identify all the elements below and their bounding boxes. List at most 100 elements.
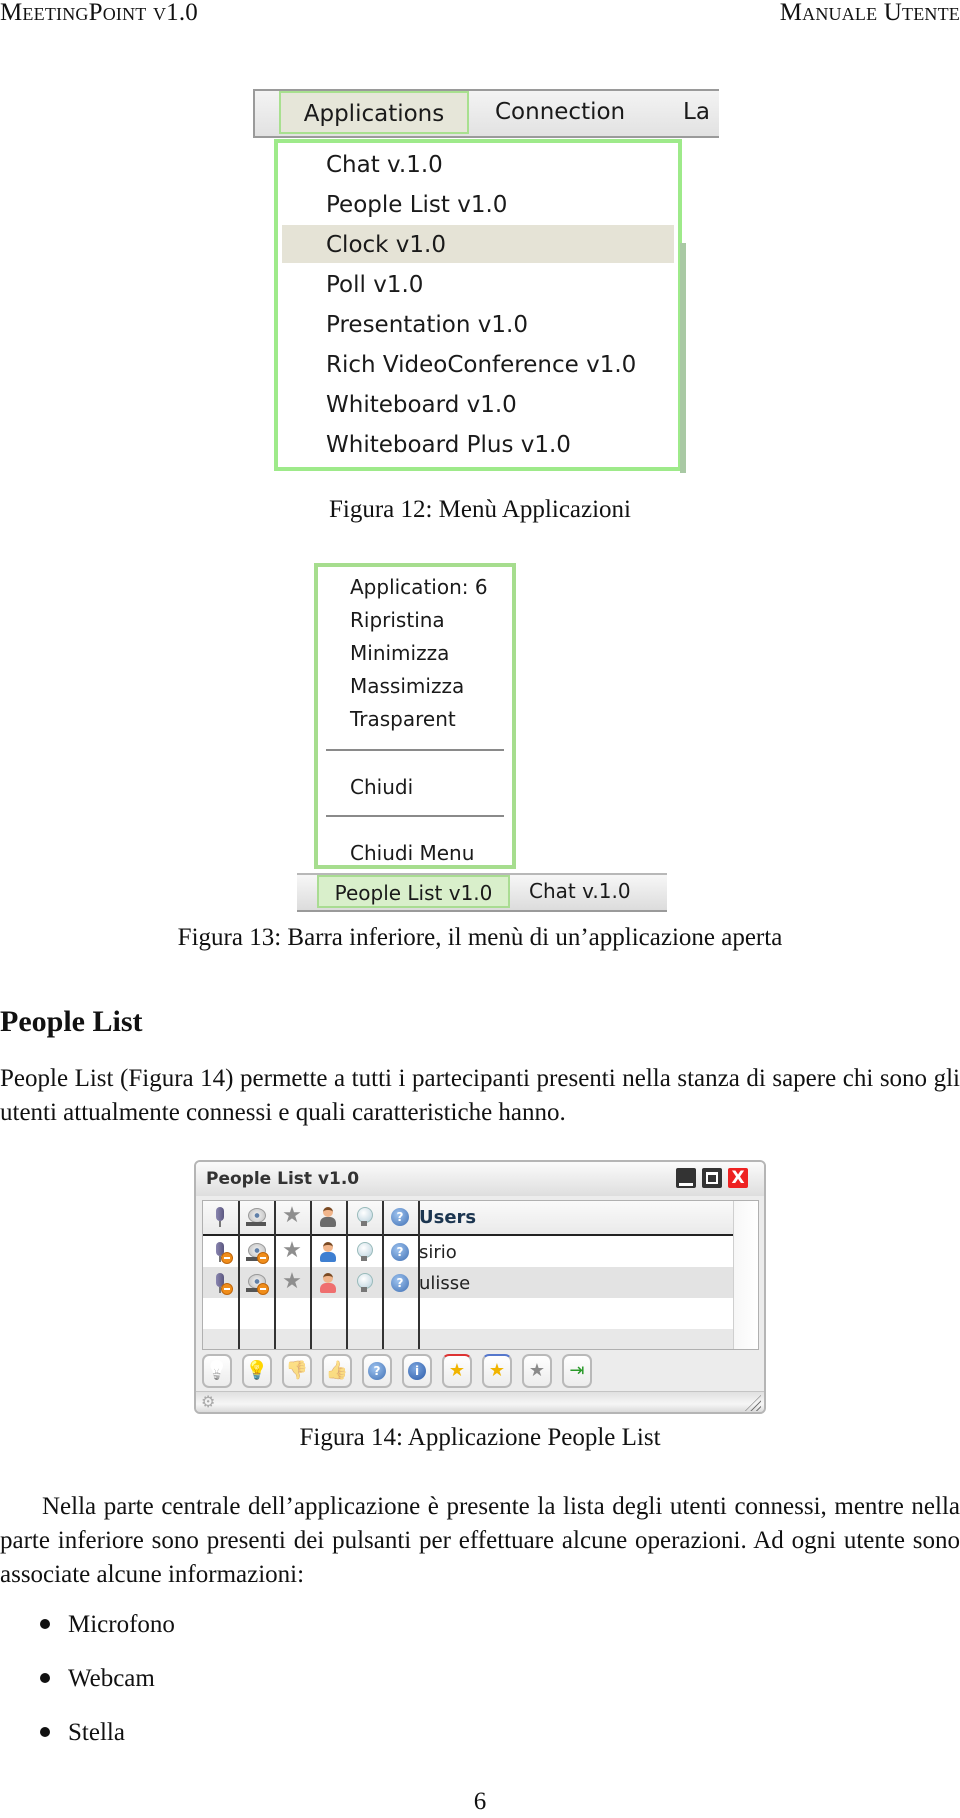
intro-paragraph: People List (Figura 14) permette a tutti… [0, 1065, 960, 1126]
user-name: ulisse [419, 1273, 471, 1294]
grid-header: ★ ? Users [203, 1201, 734, 1236]
column-divider[interactable] [310, 1201, 312, 1349]
vertical-scrollbar[interactable] [733, 1201, 758, 1349]
star-grey-icon: ★ [528, 1360, 546, 1381]
menu-item-whiteboard-plus[interactable]: Whiteboard Plus v1.0 [282, 425, 674, 463]
star-icon: ★ [282, 1202, 302, 1228]
menu-truncated[interactable]: La [683, 91, 710, 134]
menu-item-chat[interactable]: Chat v.1.0 [282, 145, 674, 183]
maximize-button[interactable] [702, 1168, 722, 1188]
resize-grip-icon[interactable] [745, 1395, 761, 1411]
medal-red-icon: ★ [448, 1360, 466, 1381]
microphone-icon [209, 1206, 231, 1228]
menu-item-whiteboard[interactable]: Whiteboard v1.0 [282, 385, 674, 423]
figure-12-caption: Figura 12: Menù Applicazioni [328, 496, 632, 523]
question-button[interactable]: ? [362, 1354, 392, 1388]
thumbs-up-button[interactable]: 👍 [322, 1354, 352, 1388]
column-divider[interactable] [418, 1201, 420, 1349]
lightbulb-off-icon: 💡 [205, 1360, 229, 1381]
medal-red-button[interactable]: ★ [442, 1354, 472, 1388]
list-item-text: Stella [68, 1719, 125, 1746]
list-item-text: Microfono [68, 1611, 175, 1638]
column-divider[interactable] [346, 1201, 348, 1349]
question-icon: ? [366, 1360, 388, 1382]
figure-14-caption: Figura 14: Applicazione People List [299, 1424, 661, 1451]
info-button[interactable]: i [402, 1354, 432, 1388]
menu-item-presentation[interactable]: Presentation v1.0 [282, 305, 674, 343]
lightbulb-off-button[interactable]: 💡 [202, 1354, 232, 1388]
window-title: People List v1.0 [206, 1169, 360, 1189]
context-item-ripristina[interactable]: Ripristina [350, 608, 445, 632]
list-item: Webcam [40, 1664, 155, 1694]
table-row[interactable]: ★ ? ulisse [203, 1267, 734, 1298]
menu-item-clock[interactable]: Clock v1.0 [282, 225, 674, 263]
taskbar-item-chat[interactable]: Chat v.1.0 [529, 875, 631, 908]
column-divider[interactable] [274, 1201, 276, 1349]
close-button[interactable]: X [728, 1168, 748, 1188]
body-paragraph: Nella parte centrale dell’applicazione è… [0, 1493, 960, 1588]
window-titlebar[interactable]: People List v1.0 X [196, 1162, 764, 1196]
webcam-disabled-icon [245, 1272, 269, 1295]
dropdown-shadow [680, 243, 686, 473]
application-context-menu: Application: 6 Ripristina Minimizza Mass… [314, 563, 516, 869]
bullet-icon [40, 1727, 50, 1738]
menu-connection[interactable]: Connection [495, 91, 625, 134]
running-header-right: Manuale Utente [779, 0, 960, 26]
column-header-help[interactable]: ? [383, 1201, 417, 1232]
microphone-disabled-icon [209, 1241, 233, 1264]
user-name: sirio [419, 1242, 457, 1263]
column-header-star[interactable]: ★ [275, 1201, 309, 1232]
menu-item-poll[interactable]: Poll v1.0 [282, 265, 674, 303]
section-title: People List [0, 1005, 143, 1038]
bullet-icon [40, 1619, 50, 1630]
help-icon: ? [389, 1241, 411, 1263]
applications-dropdown: Chat v.1.0 People List v1.0 Clock v1.0 P… [274, 139, 686, 473]
help-icon: ? [389, 1272, 411, 1294]
table-row[interactable]: ★ ? sirio [203, 1236, 734, 1267]
column-header-webcam[interactable] [239, 1201, 273, 1232]
menu-divider [326, 749, 504, 751]
menu-applications[interactable]: Applications [279, 91, 469, 134]
minimize-button[interactable] [676, 1168, 696, 1188]
star-icon: ★ [282, 1268, 302, 1294]
medal-blue-button[interactable]: ★ [482, 1354, 512, 1388]
lightbulb-icon [353, 1241, 375, 1263]
bullet-icon [40, 1673, 50, 1684]
menu-item-people-list[interactable]: People List v1.0 [282, 185, 674, 223]
column-header-lightbulb[interactable] [347, 1201, 381, 1232]
column-header-users[interactable]: Users [419, 1201, 476, 1232]
lightbulb-icon [353, 1272, 375, 1294]
page-number: 6 [473, 1788, 487, 1815]
help-icon: ? [389, 1206, 411, 1228]
person-icon [317, 1206, 339, 1228]
context-item-chiudi-menu[interactable]: Chiudi Menu [350, 841, 474, 865]
column-divider[interactable] [382, 1201, 384, 1349]
menu-item-rich-videoconference[interactable]: Rich VideoConference v1.0 [282, 345, 674, 383]
list-item: Stella [40, 1718, 125, 1748]
microphone-disabled-icon [209, 1272, 233, 1295]
exit-button[interactable]: ⇥ [562, 1354, 592, 1388]
menu-divider [326, 815, 504, 817]
context-item-massimizza[interactable]: Massimizza [350, 674, 464, 698]
context-item-chiudi[interactable]: Chiudi [350, 775, 413, 799]
star-grey-button[interactable]: ★ [522, 1354, 552, 1388]
gear-icon[interactable]: ⚙ [201, 1393, 215, 1411]
list-item-text: Webcam [68, 1665, 155, 1692]
thumbs-down-button[interactable]: 👎 [282, 1354, 312, 1388]
context-item-minimizza[interactable]: Minimizza [350, 641, 449, 665]
medal-blue-icon: ★ [488, 1360, 506, 1381]
people-list-window: People List v1.0 X ★ ? Users ★ ? sirio ★… [194, 1160, 766, 1414]
empty-row [203, 1298, 734, 1329]
column-divider[interactable] [238, 1201, 240, 1349]
lightbulb-icon [353, 1206, 375, 1228]
context-item-trasparent[interactable]: Trasparent [350, 707, 456, 731]
webcam-disabled-icon [245, 1241, 269, 1264]
list-item: Microfono [40, 1610, 175, 1640]
column-header-microphone[interactable] [203, 1201, 237, 1232]
lightbulb-on-button[interactable]: 💡 [242, 1354, 272, 1388]
thumbs-up-icon: 👍 [325, 1360, 349, 1381]
info-icon: i [406, 1360, 428, 1382]
thumbs-down-icon: 👎 [285, 1360, 309, 1381]
column-header-person[interactable] [311, 1201, 345, 1232]
taskbar-item-people-list[interactable]: People List v1.0 [317, 875, 510, 908]
